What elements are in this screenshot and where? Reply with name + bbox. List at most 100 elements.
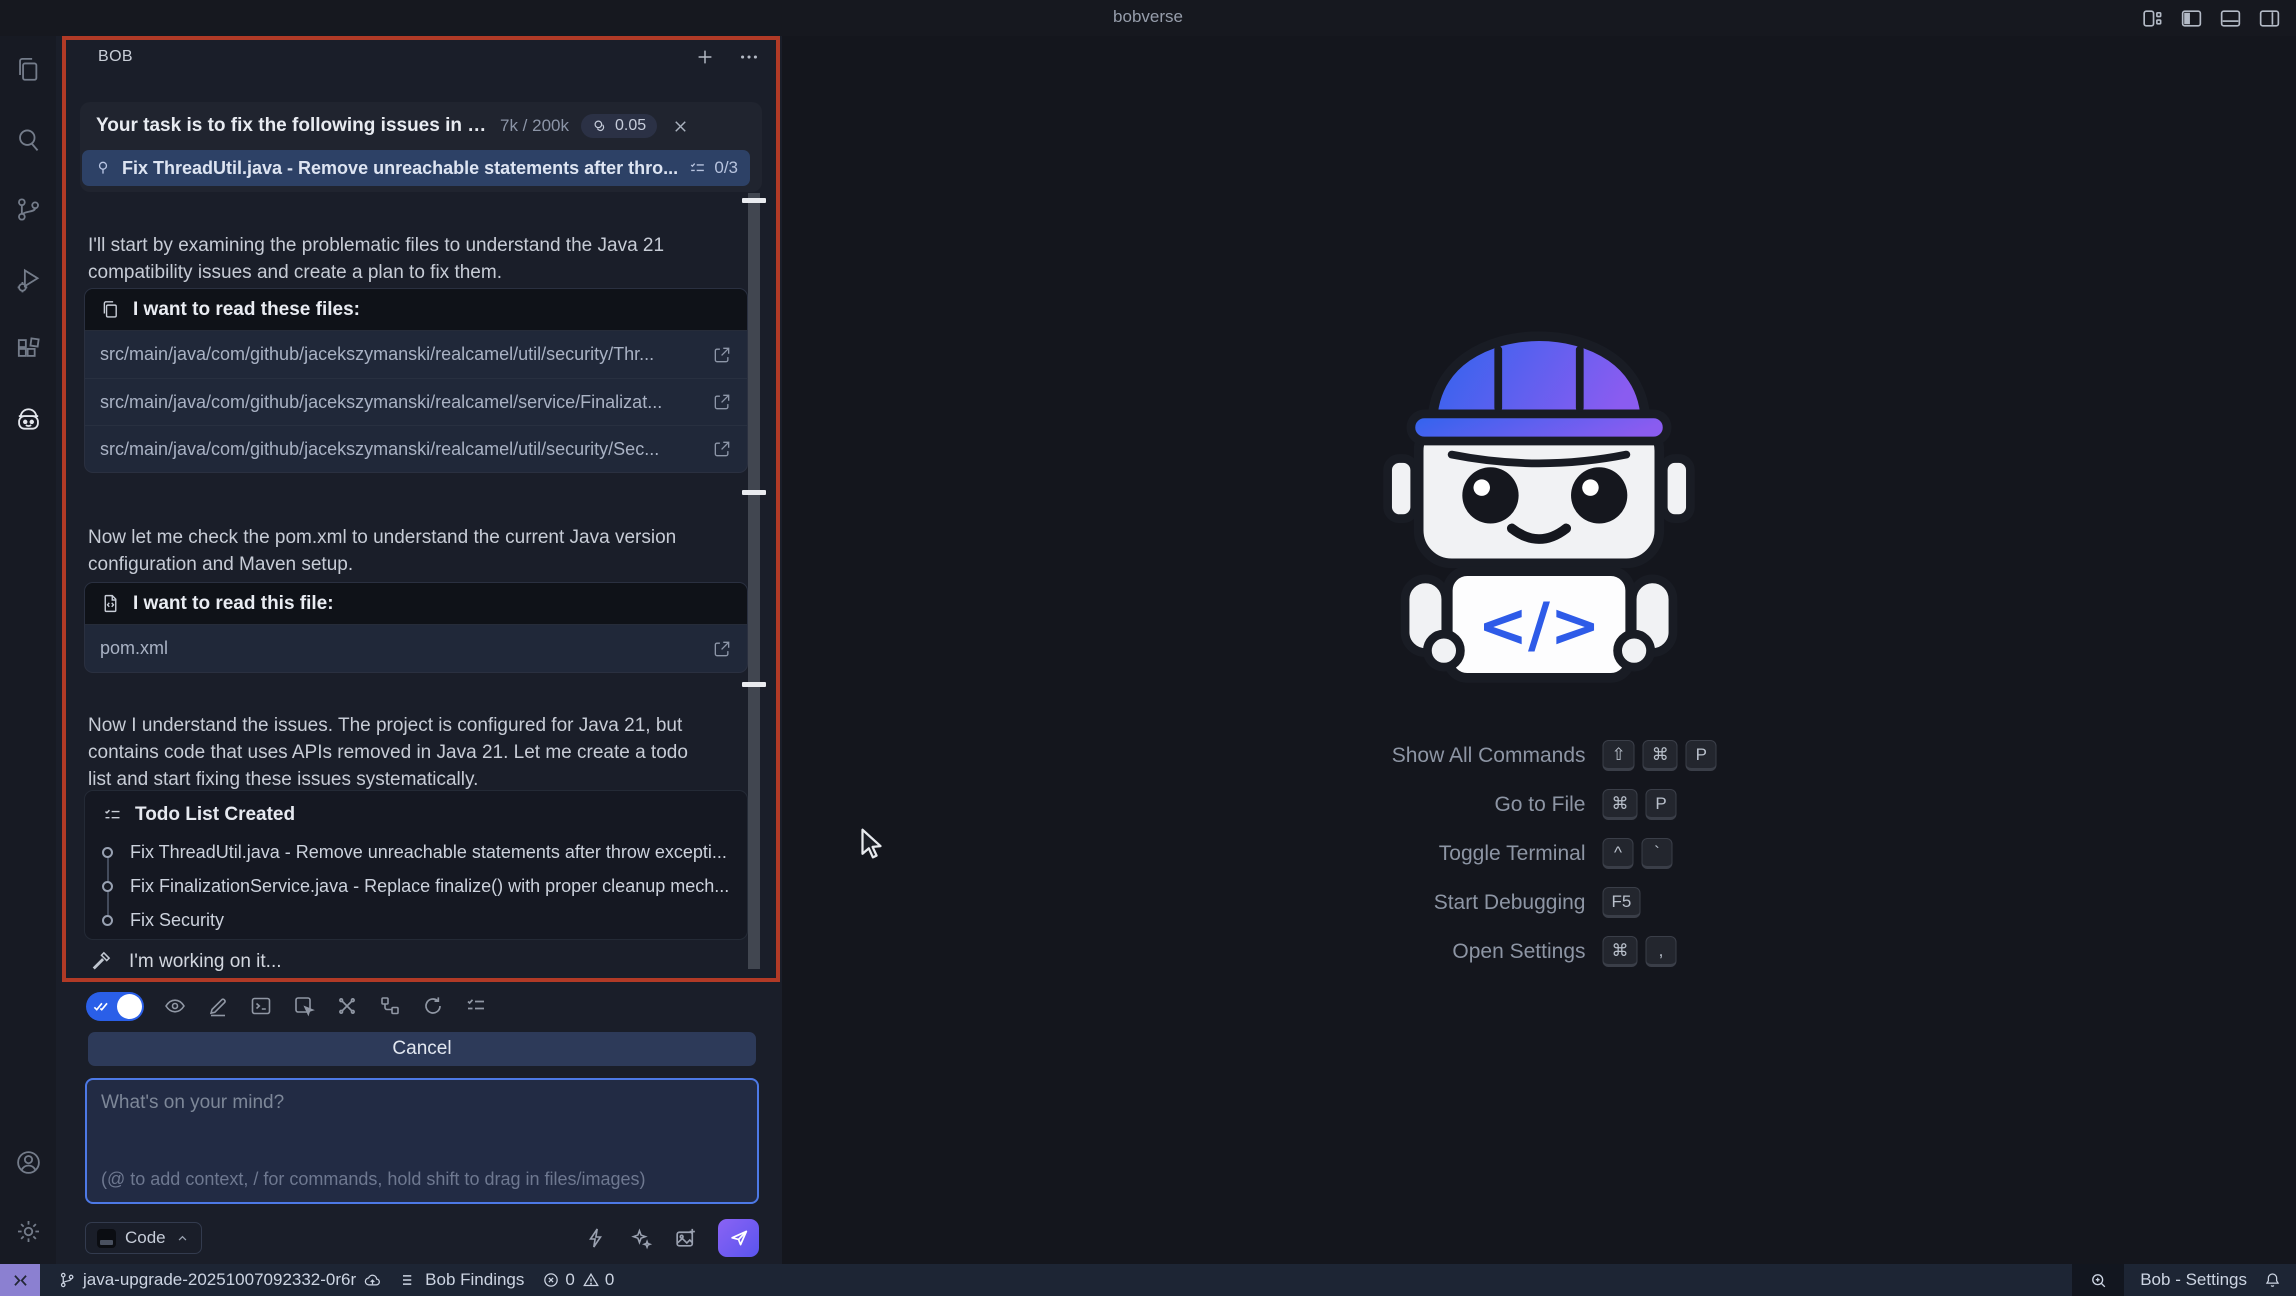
remote-indicator[interactable] (0, 1264, 40, 1296)
new-task-icon[interactable] (694, 46, 716, 68)
shortcut-label: Open Settings (1452, 939, 1586, 963)
assistant-message: Now let me check the pom.xml to understa… (88, 527, 677, 575)
file-row[interactable]: pom.xml (85, 625, 747, 672)
branch-status[interactable]: java-upgrade-20251007092332-0r6r (58, 1270, 382, 1290)
key-cap: ` (1641, 838, 1673, 869)
todo-pin-icon (94, 159, 112, 177)
send-button[interactable] (718, 1219, 759, 1257)
settings-gear-icon[interactable] (14, 1217, 43, 1246)
chevron-up-icon (175, 1231, 190, 1246)
read-file-card: I want to read this file: pom.xml (84, 582, 748, 673)
source-control-icon[interactable] (14, 195, 43, 224)
read-files-header: I want to read these files: (85, 289, 747, 331)
refresh-icon[interactable] (421, 994, 445, 1018)
customize-layout-icon[interactable] (2140, 6, 2165, 31)
chat-input[interactable]: What's on your mind? (@ to add context, … (85, 1078, 759, 1204)
todo-list-card: Todo List Created Fix ThreadUtil.java - … (84, 790, 748, 940)
checklist-icon[interactable] (464, 994, 488, 1018)
todo-item: Fix Security (102, 903, 730, 937)
external-link-icon[interactable] (712, 392, 732, 412)
zoom-indicator[interactable] (2072, 1264, 2125, 1296)
titlebar: bobverse (0, 0, 2296, 36)
file-list: pom.xml (85, 625, 747, 672)
external-link-icon[interactable] (712, 439, 732, 459)
shortcut-keys: ^ ` (1602, 838, 1778, 869)
scroll-marker (742, 490, 766, 495)
files-icon[interactable] (14, 55, 43, 84)
watermark-shortcuts: Show All Commands ⇧ ⌘ P Go to File ⌘ P Togg… (1301, 740, 1778, 967)
todo-bullet-icon (102, 846, 113, 858)
current-todo-banner[interactable]: Fix ThreadUtil.java - Remove unreachable… (82, 150, 750, 186)
shortcut-keys: ⌘, (1602, 936, 1778, 967)
bob-findings-label: Bob Findings (425, 1270, 525, 1289)
key-cap: ⌘ (1642, 740, 1678, 771)
bob-findings-status[interactable]: Bob Findings (400, 1270, 524, 1290)
file-row[interactable]: src/main/java/com/github/jacekszymanski/… (85, 425, 747, 472)
edit-icon[interactable] (206, 994, 230, 1018)
insert-cursor-icon[interactable] (292, 994, 316, 1018)
terminal-icon[interactable] (249, 994, 273, 1018)
bob-robot-icon[interactable] (14, 405, 43, 434)
auto-approve-toggle[interactable] (86, 991, 144, 1021)
sparkles-icon[interactable] (628, 1226, 653, 1251)
activity-bar (0, 36, 56, 1264)
shortcut-row: Show All Commands ⇧ ⌘ P (1301, 740, 1778, 771)
shortcut-row: Start Debugging F5 (1301, 887, 1778, 918)
search-icon[interactable] (14, 125, 43, 154)
toggle-secondary-sidebar-icon[interactable] (2257, 6, 2282, 31)
shortcut-keys: F5 (1602, 887, 1778, 918)
todo-bullet-icon (102, 914, 113, 926)
shortcut-row: Toggle Terminal ^ ` (1301, 838, 1778, 869)
chat-scrollbar[interactable] (748, 193, 760, 969)
flow-icon[interactable] (378, 994, 402, 1018)
more-actions-icon[interactable] (738, 46, 760, 68)
lightning-icon[interactable] (584, 1226, 608, 1250)
toggle-panel-icon[interactable] (2218, 6, 2243, 31)
bob-logo: </> (1374, 324, 1704, 692)
cost-badge: 0.05 (581, 114, 658, 138)
file-row[interactable]: src/main/java/com/github/jacekszymanski/… (85, 331, 747, 378)
todo-item: Fix FinalizationService.java - Replace f… (102, 869, 730, 903)
shortcut-keys: ⌘ P (1602, 789, 1778, 820)
shortcut-label: Start Debugging (1433, 890, 1586, 914)
error-count: 0 (565, 1270, 575, 1289)
scroll-marker (742, 198, 766, 203)
file-path: src/main/java/com/github/jacekszymanski/… (100, 438, 660, 459)
toggle-sidebar-icon[interactable] (2179, 6, 2204, 31)
cancel-button[interactable]: Cancel (88, 1032, 756, 1066)
composer-toolbar: Code (85, 1218, 759, 1258)
cloud-upload-icon (363, 1271, 382, 1290)
scroll-marker (742, 682, 766, 687)
mode-logo-icon (97, 1228, 116, 1248)
shortcut-label: Toggle Terminal (1438, 841, 1586, 865)
shortcut-row: Go to File ⌘ P (1301, 789, 1778, 820)
key-cap: ⌘ (1602, 789, 1638, 820)
external-link-icon[interactable] (712, 345, 732, 365)
eye-icon[interactable] (163, 994, 187, 1018)
shortcut-row: Open Settings ⌘, (1301, 936, 1778, 967)
external-link-icon[interactable] (712, 639, 732, 659)
key-cap: P (1645, 789, 1677, 820)
account-icon[interactable] (14, 1148, 43, 1177)
branch-icon (58, 1271, 76, 1289)
window-title: bobverse (1113, 7, 1183, 26)
problems-status[interactable]: 0 0 (542, 1270, 614, 1290)
shortcut-label: Show All Commands (1391, 743, 1586, 767)
image-add-icon[interactable] (673, 1226, 698, 1251)
context-usage: 7k / 200k (500, 116, 569, 135)
panel-header: BOB (56, 36, 782, 78)
task-header-card[interactable]: Your task is to fix the following issues… (80, 102, 762, 192)
key-cap: ^ (1602, 838, 1634, 869)
error-icon (542, 1271, 560, 1289)
mode-selector[interactable]: Code (85, 1222, 202, 1254)
x-tool-icon[interactable] (335, 994, 359, 1018)
checklist-icon (102, 805, 123, 826)
run-debug-icon[interactable] (14, 265, 43, 294)
bell-icon[interactable] (2263, 1271, 2296, 1290)
bob-settings-status[interactable]: Bob - Settings (2124, 1270, 2263, 1290)
todo-item: Fix ThreadUtil.java - Remove unreachable… (102, 835, 730, 869)
close-task-icon[interactable] (671, 117, 690, 136)
extensions-icon[interactable] (14, 335, 43, 364)
file-row[interactable]: src/main/java/com/github/jacekszymanski/… (85, 378, 747, 425)
file-list: src/main/java/com/github/jacekszymanski/… (85, 331, 747, 472)
